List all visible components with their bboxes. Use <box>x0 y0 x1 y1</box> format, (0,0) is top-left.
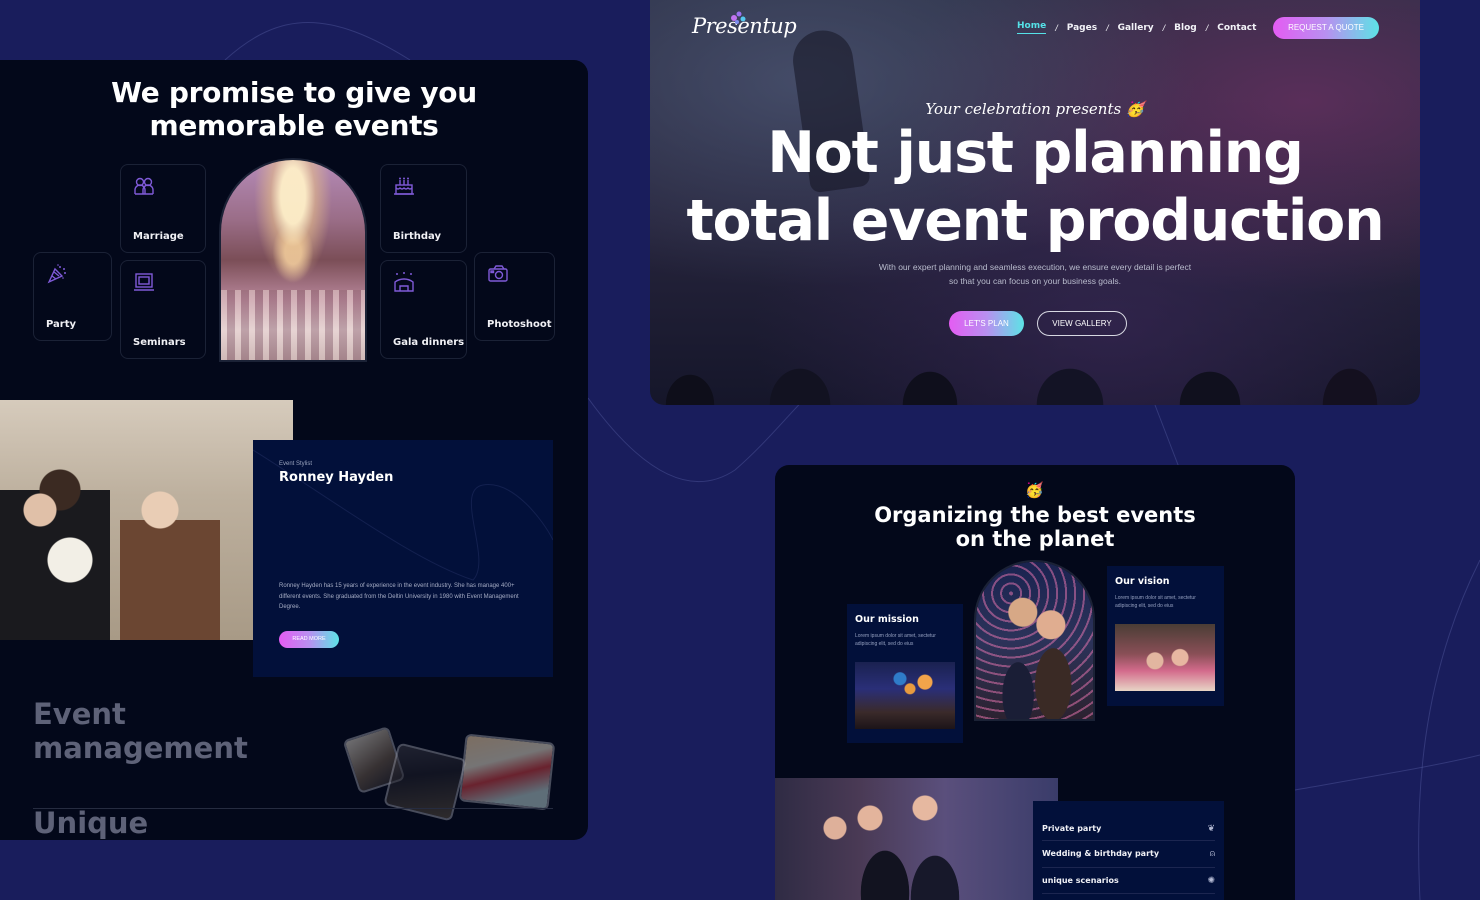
unique-title: Unique <box>33 806 149 840</box>
service-card-gala-dinners[interactable]: Gala dinners <box>380 260 467 359</box>
mission-image <box>855 662 955 729</box>
party-type-label: Private party <box>1042 823 1102 833</box>
service-label: Party <box>46 319 77 330</box>
hero-subtext: With our expert planning and seamless ex… <box>878 262 1192 286</box>
celebration-arch-image <box>976 562 1093 719</box>
presentation-board-icon <box>134 273 154 291</box>
vision-card: Our vision Lorem ipsum dolor sit amet, s… <box>1107 566 1224 706</box>
read-more-button[interactable]: READ MORE <box>279 631 339 648</box>
disco-icon: ❦ <box>1207 822 1215 833</box>
request-quote-button[interactable]: REQUEST A QUOTE <box>1273 17 1379 39</box>
vision-text: Lorem ipsum dolor sit amet, sectetur adi… <box>1115 595 1196 609</box>
service-card-seminars[interactable]: Seminars <box>120 260 206 359</box>
party-photo <box>775 778 1058 900</box>
stylist-card: Event Stylist Ronney Hayden Ronney Hayde… <box>253 440 553 677</box>
couple-icon <box>134 177 154 195</box>
service-label: Seminars <box>133 337 186 348</box>
hero-tagline: Your celebration presents 🥳 <box>925 100 1145 118</box>
mission-card: Our mission Lorem ipsum dolor sit amet, … <box>847 604 963 743</box>
service-card-party[interactable]: Party <box>33 252 112 341</box>
lets-plan-button[interactable]: LET'S PLAN <box>949 311 1024 336</box>
main-nav: Home / Pages / Gallery / Blog / Contact <box>1017 21 1256 34</box>
service-card-birthday[interactable]: Birthday <box>380 164 467 253</box>
services-title: We promise to give you memorable events <box>111 76 477 142</box>
stylist-name: Ronney Hayden <box>279 470 394 485</box>
nav-pages[interactable]: Pages <box>1067 23 1097 33</box>
party-type-item[interactable]: Private party ❦ <box>1042 816 1215 841</box>
gallery-thumb <box>383 742 467 822</box>
party-type-item[interactable]: Wedding & birthday party ⍝ <box>1042 841 1215 868</box>
hero-section: Presentup Home / Pages / Gallery / Blog … <box>650 0 1420 405</box>
mission-text: Lorem ipsum dolor sit amet, sectetur adi… <box>855 633 936 647</box>
vision-image <box>1115 624 1215 691</box>
party-popper-icon <box>47 264 66 284</box>
mission-title: Our mission <box>855 614 919 625</box>
stylist-photo <box>0 400 293 640</box>
service-label: Marriage <box>133 231 184 242</box>
logo[interactable]: Presentup <box>692 11 797 38</box>
gala-tent-icon <box>394 272 414 292</box>
event-management-title: Event management <box>33 697 248 765</box>
stylist-bio: Ronney Hayden has 15 years of experience… <box>279 583 519 610</box>
logo-splash-icon <box>731 11 746 24</box>
camera-icon <box>488 265 508 282</box>
gallery-thumb <box>458 733 556 811</box>
birthday-cake-icon <box>394 177 414 195</box>
nav-blog[interactable]: Blog <box>1174 23 1197 33</box>
stylist-role: Event Stylist <box>279 461 313 467</box>
organizing-title: Organizing the best events on the planet <box>874 503 1196 551</box>
nav-gallery[interactable]: Gallery <box>1118 23 1154 33</box>
party-type-label: Wedding & birthday party <box>1042 849 1160 859</box>
organizing-panel: 🥳 Organizing the best events on the plan… <box>775 465 1295 900</box>
service-card-marriage[interactable]: Marriage <box>120 164 206 253</box>
party-face-emoji-icon: 🥳 <box>1025 482 1044 499</box>
nav-home[interactable]: Home <box>1017 21 1047 34</box>
services-panel: We promise to give you memorable events … <box>0 60 588 840</box>
party-type-list: Private party ❦ Wedding & birthday party… <box>1033 801 1224 900</box>
nav-separator: / <box>1106 22 1109 33</box>
hero-headline: Not just planning total event production <box>686 120 1384 254</box>
party-type-label: unique scenarios <box>1042 875 1119 885</box>
nav-separator: / <box>1205 22 1209 33</box>
nav-separator: / <box>1162 22 1166 33</box>
view-gallery-button[interactable]: VIEW GALLERY <box>1037 311 1127 336</box>
service-card-photoshoot[interactable]: Photoshoot <box>474 252 555 341</box>
nav-contact[interactable]: Contact <box>1217 23 1256 33</box>
service-label: Birthday <box>393 231 441 242</box>
vision-title: Our vision <box>1115 576 1170 587</box>
nav-separator: / <box>1055 22 1058 33</box>
champagne-toast-icon: ⍝ <box>1209 848 1215 859</box>
firework-icon: ✺ <box>1207 874 1215 885</box>
party-type-item[interactable]: unique scenarios ✺ <box>1042 868 1215 894</box>
service-label: Photoshoot <box>487 319 552 330</box>
service-label: Gala dinners <box>393 337 465 348</box>
venue-arch-image <box>221 160 365 360</box>
